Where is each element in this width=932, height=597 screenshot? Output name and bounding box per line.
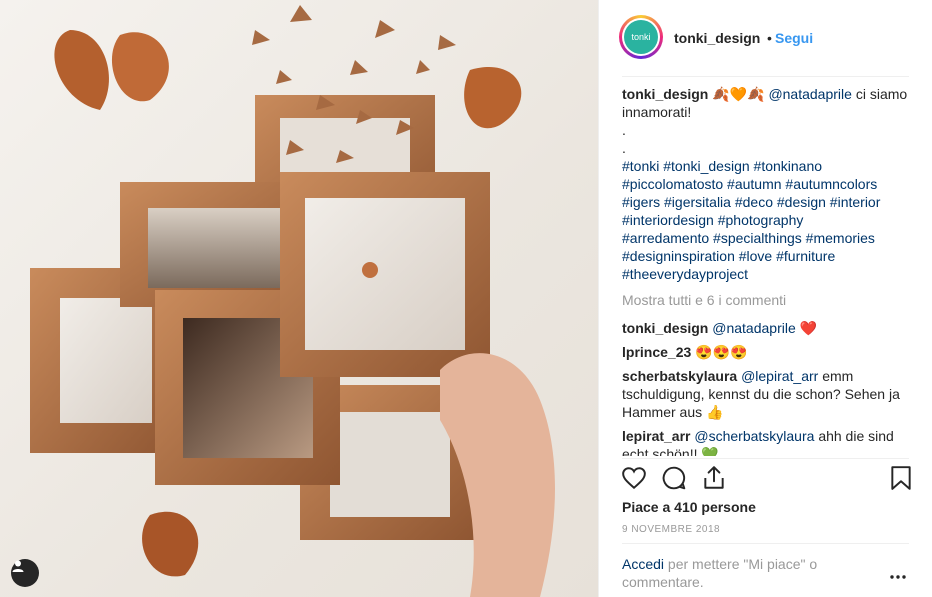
avatar-logo: tonki [624,20,658,54]
avatar[interactable]: tonki [619,15,663,59]
caption-dot: . [622,122,626,138]
hashtag-line[interactable]: #arredamento #specialthings #memories [622,229,914,247]
instagram-post: tonki tonki_design • Segui tonki_design … [0,0,932,597]
comment-username[interactable]: tonki_design [622,320,708,336]
user-glyph [12,560,24,572]
caption-mention[interactable]: @natadaprile [768,86,852,102]
comment-username[interactable]: scherbatskylaura [622,368,737,384]
divider [622,543,909,544]
comment-item: lprince_23 😍😍😍 [622,343,914,361]
comment-mention[interactable]: @lepirat_arr [741,368,818,384]
comment-item: lepirat_arr @scherbatskylaura ahh die si… [622,427,914,456]
follow-button[interactable]: Segui [775,30,813,46]
show-all-comments-link[interactable]: Mostra tutti e 6 i commenti [622,291,914,309]
heart-icon[interactable] [621,465,647,496]
comment-item: tonki_design @natadaprile ❤️ [622,319,914,337]
caption-dot: . [622,140,626,156]
likes-count[interactable]: Piace a 410 persone [622,499,756,515]
post-date: 9 NOVEMBRE 2018 [622,524,721,535]
comment-text: ❤️ [799,320,818,336]
login-link[interactable]: Accedi [622,556,664,572]
comment-username[interactable]: lprince_23 [622,344,691,360]
hashtag-line[interactable]: #designinspiration #love #furniture [622,247,914,265]
bookmark-icon[interactable] [889,465,913,496]
divider [622,76,909,77]
avatar-frame: tonki [622,18,660,56]
post-image[interactable] [0,0,598,597]
caption-emojis: 🍂🧡🍂 [712,86,765,102]
hashtag-line[interactable]: #theeverydayproject [622,265,914,283]
hashtag-line[interactable]: #tonki #tonki_design #tonkinano [622,157,914,175]
share-icon[interactable] [701,465,727,496]
post-sidebar: tonki tonki_design • Segui tonki_design … [599,0,932,597]
user-icon[interactable] [11,559,39,587]
caption-username[interactable]: tonki_design [622,86,708,102]
action-bar [599,459,932,499]
comment-text: 😍😍😍 [695,344,748,360]
comment-mention[interactable]: @scherbatskylaura [694,428,814,444]
comments-list[interactable]: tonki_design 🍂🧡🍂 @natadaprile ci siamo i… [622,82,914,456]
comment-mention[interactable]: @natadaprile [712,320,796,336]
comment-item: scherbatskylaura @lepirat_arr emm tschul… [622,367,914,421]
add-comment-area: Accedi per mettere "Mi piace" o commenta… [622,555,852,591]
comment-icon[interactable] [661,465,687,496]
header-separator: • [767,30,772,46]
photo-frames-illustration [30,5,555,597]
hashtag-line[interactable]: #interiordesign #photography [622,211,914,229]
hashtag-line[interactable]: #piccolomatosto #autumn #autumncolors [622,175,914,193]
more-icon[interactable] [889,567,907,585]
post-header: tonki tonki_design • Segui [599,0,932,76]
hashtag-line[interactable]: #igers #igersitalia #deco #design #inter… [622,193,914,211]
comment-username[interactable]: lepirat_arr [622,428,690,444]
caption: tonki_design 🍂🧡🍂 @natadaprile ci siamo i… [622,85,914,283]
header-username[interactable]: tonki_design [674,30,760,46]
